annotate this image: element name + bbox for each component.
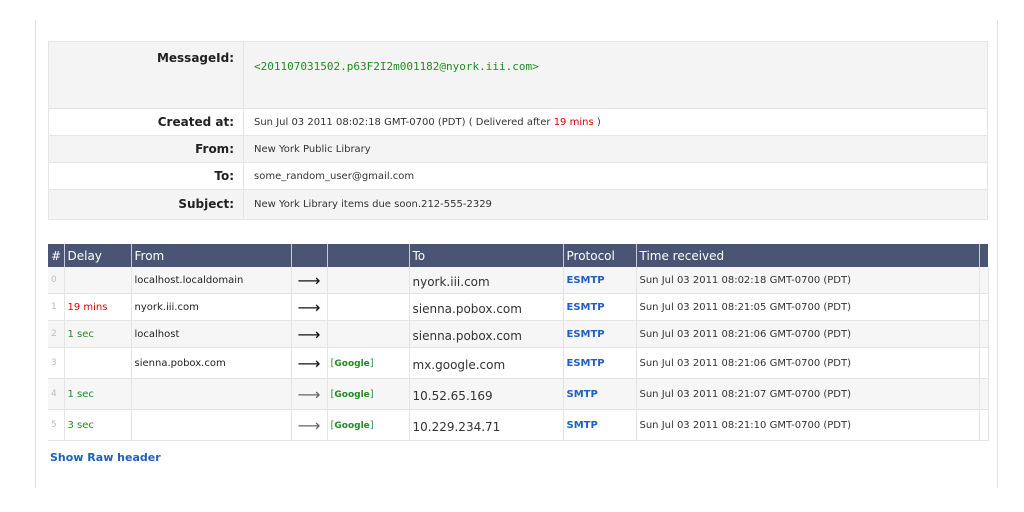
subject-value: New York Library items due soon.212-555-… bbox=[243, 189, 988, 220]
hop-delay: 3 sec bbox=[64, 409, 132, 441]
hop-protocol: ESMTP bbox=[563, 320, 637, 348]
from-label: From: bbox=[48, 135, 244, 163]
hop-number: 0 bbox=[48, 267, 65, 294]
col-header-num: # bbox=[48, 244, 65, 267]
hop-end bbox=[979, 320, 989, 348]
hop-to: mx.google.com bbox=[409, 347, 564, 379]
arrow-right-icon: ⟶ bbox=[291, 267, 328, 294]
google-badge: [Google] bbox=[327, 409, 410, 441]
summary-row-created: Created at: Sun Jul 03 2011 08:02:18 GMT… bbox=[48, 108, 988, 136]
hop-badge bbox=[327, 293, 410, 321]
hop-time: Sun Jul 03 2011 08:21:06 GMT-0700 (PDT) bbox=[636, 347, 980, 379]
from-value: New York Public Library bbox=[243, 135, 988, 163]
left-divider bbox=[35, 20, 36, 488]
subject-label: Subject: bbox=[48, 189, 244, 220]
arrow-right-icon: ⟶ bbox=[291, 320, 328, 348]
google-logo-icon: Google bbox=[334, 389, 370, 400]
right-divider bbox=[997, 20, 998, 488]
summary-row-subject: Subject: New York Library items due soon… bbox=[48, 189, 988, 220]
hop-protocol: SMTP bbox=[563, 409, 637, 441]
hop-number: 1 bbox=[48, 293, 65, 321]
created-label: Created at: bbox=[48, 108, 244, 136]
google-logo-icon: Google bbox=[334, 358, 370, 369]
hop-end bbox=[979, 378, 989, 410]
hop-from: localhost bbox=[131, 320, 292, 348]
col-header-delay: Delay bbox=[64, 244, 132, 267]
google-logo-icon: Google bbox=[334, 420, 370, 431]
hop-delay bbox=[64, 347, 132, 379]
hop-protocol: SMTP bbox=[563, 378, 637, 410]
hop-protocol: ESMTP bbox=[563, 267, 637, 294]
message-id-cell: <201107031502.p63F2I2m001182@nyork.iii.c… bbox=[243, 41, 988, 109]
google-badge: [Google] bbox=[327, 378, 410, 410]
message-id-label: MessageId: bbox=[48, 41, 244, 109]
hop-from: sienna.pobox.com bbox=[131, 347, 292, 379]
hop-number: 5 bbox=[48, 409, 65, 441]
hop-protocol: ESMTP bbox=[563, 293, 637, 321]
message-id-value: <201107031502.p63F2I2m001182@nyork.iii.c… bbox=[254, 60, 539, 73]
hop-from bbox=[131, 378, 292, 410]
delivered-prefix: ( Delivered after bbox=[468, 116, 551, 128]
hop-delay: 19 mins bbox=[64, 293, 132, 321]
to-value: some_random_user@gmail.com bbox=[243, 162, 988, 190]
hop-badge bbox=[327, 320, 410, 348]
hop-delay bbox=[64, 267, 132, 294]
summary-row-message-id: MessageId: <201107031502.p63F2I2m001182@… bbox=[48, 41, 988, 109]
google-badge: [Google] bbox=[327, 347, 410, 379]
hop-time: Sun Jul 03 2011 08:21:05 GMT-0700 (PDT) bbox=[636, 293, 980, 321]
hop-row: 5 3 sec ⟶ [Google] 10.229.234.71 SMTP Su… bbox=[48, 409, 989, 441]
hop-delay: 1 sec bbox=[64, 320, 132, 348]
created-value: Sun Jul 03 2011 08:02:18 GMT-0700 (PDT) bbox=[254, 116, 466, 128]
hop-time: Sun Jul 03 2011 08:21:07 GMT-0700 (PDT) bbox=[636, 378, 980, 410]
col-header-to: To bbox=[409, 244, 564, 267]
show-raw-header-link[interactable]: Show Raw header bbox=[50, 451, 161, 464]
created-cell: Sun Jul 03 2011 08:02:18 GMT-0700 (PDT) … bbox=[243, 108, 988, 136]
arrow-right-icon: ⟶ bbox=[291, 293, 328, 321]
hop-to: nyork.iii.com bbox=[409, 267, 564, 294]
arrow-right-icon: ⟶ bbox=[291, 409, 328, 441]
hops-header-row: # Delay From To Protocol Time received bbox=[48, 244, 988, 267]
hop-protocol: ESMTP bbox=[563, 347, 637, 379]
delivered-suffix: ) bbox=[596, 116, 601, 128]
hop-number: 2 bbox=[48, 320, 65, 348]
message-summary-table: MessageId: <201107031502.p63F2I2m001182@… bbox=[48, 41, 988, 220]
delivered-delay: 19 mins bbox=[553, 116, 594, 128]
hop-row: 0 localhost.localdomain ⟶ nyork.iii.com … bbox=[48, 267, 989, 294]
hop-delay: 1 sec bbox=[64, 378, 132, 410]
arrow-right-icon: ⟶ bbox=[291, 378, 328, 410]
hop-time: Sun Jul 03 2011 08:21:10 GMT-0700 (PDT) bbox=[636, 409, 980, 441]
summary-row-from: From: New York Public Library bbox=[48, 135, 988, 163]
hop-end bbox=[979, 409, 989, 441]
hop-end bbox=[979, 293, 989, 321]
hop-row: 2 1 sec localhost ⟶ sienna.pobox.com ESM… bbox=[48, 320, 989, 348]
hop-row: 4 1 sec ⟶ [Google] 10.52.65.169 SMTP Sun… bbox=[48, 378, 989, 410]
hop-to: 10.229.234.71 bbox=[409, 409, 564, 441]
col-header-from: From bbox=[131, 244, 292, 267]
col-header-end bbox=[979, 244, 988, 267]
hop-time: Sun Jul 03 2011 08:02:18 GMT-0700 (PDT) bbox=[636, 267, 980, 294]
hop-number: 3 bbox=[48, 347, 65, 379]
col-header-time: Time received bbox=[636, 244, 980, 267]
hop-row: 1 19 mins nyork.iii.com ⟶ sienna.pobox.c… bbox=[48, 293, 989, 321]
hop-from: nyork.iii.com bbox=[131, 293, 292, 321]
col-header-badge bbox=[327, 244, 410, 267]
hop-badge bbox=[327, 267, 410, 294]
hop-end bbox=[979, 347, 989, 379]
hop-row: 3 sienna.pobox.com ⟶ [Google] mx.google.… bbox=[48, 347, 989, 379]
arrow-right-icon: ⟶ bbox=[291, 347, 328, 379]
hop-from bbox=[131, 409, 292, 441]
col-header-arrow bbox=[291, 244, 328, 267]
hops-table: # Delay From To Protocol Time received 0… bbox=[48, 244, 989, 441]
hop-time: Sun Jul 03 2011 08:21:06 GMT-0700 (PDT) bbox=[636, 320, 980, 348]
hop-end bbox=[979, 267, 989, 294]
hop-to: sienna.pobox.com bbox=[409, 293, 564, 321]
hop-from: localhost.localdomain bbox=[131, 267, 292, 294]
hop-to: sienna.pobox.com bbox=[409, 320, 564, 348]
hop-to: 10.52.65.169 bbox=[409, 378, 564, 410]
col-header-protocol: Protocol bbox=[563, 244, 637, 267]
to-label: To: bbox=[48, 162, 244, 190]
summary-row-to: To: some_random_user@gmail.com bbox=[48, 162, 988, 190]
hop-number: 4 bbox=[48, 378, 65, 410]
